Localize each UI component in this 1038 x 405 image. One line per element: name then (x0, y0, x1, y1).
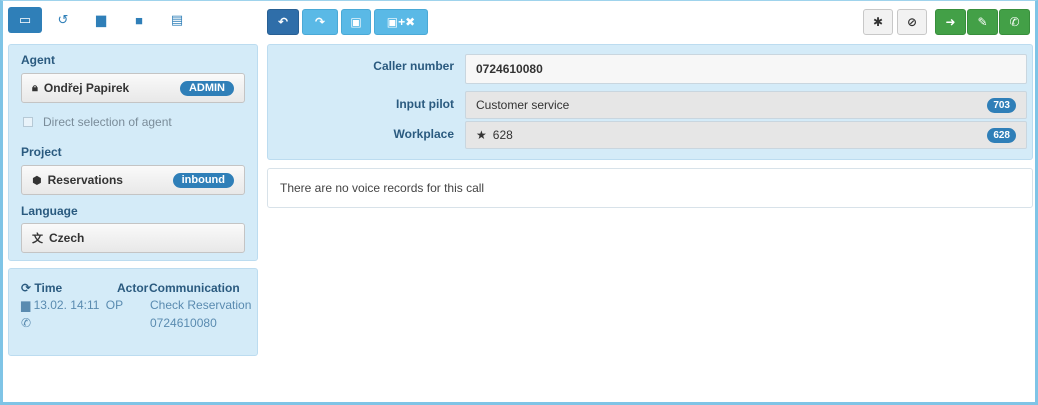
phone-icon: ✆ (21, 316, 32, 330)
voice-records-text: There are no voice records for this call (280, 181, 485, 195)
login-icon: ➜ (945, 15, 956, 29)
history-detail: 0724610080 (150, 316, 217, 330)
agent-name: Ondřej Papirek (43, 81, 130, 95)
status-button[interactable]: ⊘ (897, 9, 927, 35)
history-time: 13.02. 14:11 (33, 298, 100, 312)
save-icon: ▣ (350, 15, 362, 29)
project-title: Project (21, 145, 62, 159)
history-row[interactable]: ▆ 13.02. 14:11 OP Check Reservation (21, 298, 251, 312)
caller-number-field[interactable]: 0724610080 (465, 54, 1027, 84)
project-select[interactable]: ⬢ Reservations inbound (21, 165, 245, 195)
agent-title: Agent (21, 53, 55, 67)
project-name: Reservations (47, 173, 123, 187)
redo-button[interactable]: ↷ (302, 9, 338, 35)
history-col-communication: Communication (149, 281, 240, 295)
action-toolbar: ↶ ↷ ▣ ▣+✖ (267, 9, 428, 35)
login-button[interactable]: ➜ (935, 9, 966, 35)
project-type-badge: inbound (172, 173, 234, 188)
history-header: ⟳ Time Actor Communication (21, 281, 251, 295)
call-details-panel: Caller number 0724610080 Input pilot Cus… (267, 44, 1033, 160)
id-card-icon[interactable]: ▤ (160, 7, 194, 33)
history-row-detail: ✆ 0724610080 (21, 316, 251, 330)
check-circle-icon: ⊘ (906, 15, 918, 29)
briefcase-icon[interactable]: ▆ (84, 7, 118, 33)
edit-icon: ✎ (977, 15, 988, 29)
history-panel: ⟳ Time Actor Communication ▆ 13.02. 14:1… (8, 268, 258, 356)
workplace-label: Workplace (393, 127, 454, 141)
direct-selection-row[interactable]: Direct selection of agent (23, 115, 172, 129)
window-icon[interactable]: ▭ (8, 7, 42, 33)
direct-selection-label: Direct selection of agent (43, 115, 172, 129)
direct-selection-checkbox[interactable] (23, 117, 33, 127)
agent-role-badge: ADMIN (179, 81, 234, 96)
cube-icon: ⬢ (32, 174, 42, 187)
workplace-field: ★ 628 628 (465, 121, 1027, 149)
history-communication: Check Reservation (150, 298, 252, 312)
workplace-value: 628 (492, 128, 513, 142)
undo-icon: ↶ (277, 15, 289, 29)
history-col-time: Time (34, 281, 63, 295)
language-name: Czech (49, 231, 85, 245)
workplace-badge: 628 (987, 128, 1016, 143)
history-col-actor: Actor (117, 281, 149, 295)
language-select[interactable]: 文 Czech (21, 223, 245, 253)
book-icon[interactable]: ■ (122, 7, 156, 33)
input-pilot-field: Customer service 703 (465, 91, 1027, 119)
undo-button[interactable]: ↶ (267, 9, 299, 35)
briefcase-icon: ▆ (21, 298, 31, 312)
save-close-icon: ▣+✖ (386, 15, 416, 29)
redo-icon: ↷ (314, 15, 326, 29)
input-pilot-value: Customer service (476, 98, 570, 112)
gear-icon: ✱ (872, 15, 884, 29)
call-actions: ➜ ✎ ✆ (935, 9, 1030, 35)
lock-icon: 🔒︎ (32, 81, 38, 94)
voice-records-notice: There are no voice records for this call (267, 168, 1033, 208)
agent-select[interactable]: 🔒︎ Ondřej Papirek ADMIN (21, 73, 245, 103)
save-and-close-button[interactable]: ▣+✖ (374, 9, 428, 35)
star-icon: ★ (476, 128, 487, 142)
phone-icon: ✆ (1009, 15, 1020, 29)
input-pilot-label: Input pilot (396, 97, 454, 111)
caller-number-label: Caller number (373, 59, 454, 73)
phone-button[interactable]: ✆ (999, 9, 1030, 35)
refresh-icon[interactable]: ⟳ (21, 281, 31, 295)
history-icon[interactable]: ↺ (46, 7, 80, 33)
translate-icon: 文 (32, 233, 43, 245)
input-pilot-badge: 703 (987, 98, 1016, 113)
status-toolbar: ✱ ⊘ ➜ ✎ ✆ (863, 9, 1030, 35)
view-tabs: ▭ ↺ ▆ ■ ▤ (8, 7, 258, 37)
edit-button[interactable]: ✎ (967, 9, 998, 35)
save-button[interactable]: ▣ (341, 9, 371, 35)
agent-panel: Agent 🔒︎ Ondřej Papirek ADMIN Direct sel… (8, 44, 258, 261)
language-title: Language (21, 204, 78, 218)
history-actor: OP (105, 298, 124, 312)
settings-button[interactable]: ✱ (863, 9, 893, 35)
caller-number-value: 0724610080 (476, 62, 543, 76)
